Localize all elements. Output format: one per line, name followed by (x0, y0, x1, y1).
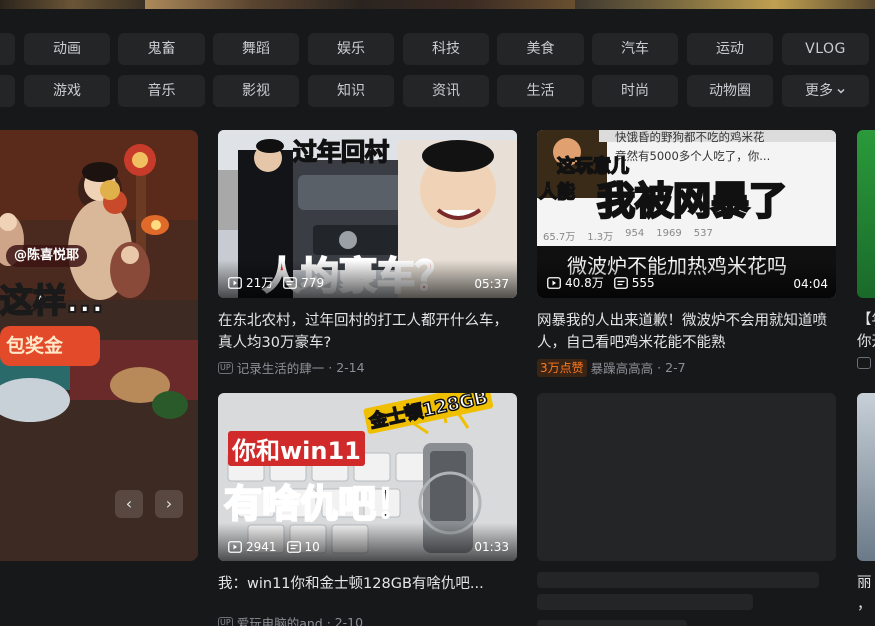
thumbnail-caption-top: 过年回村 (292, 137, 390, 167)
category-chip-fashion[interactable]: 时尚 (592, 75, 678, 107)
thumb-stat-comments: 1969 (656, 228, 682, 239)
thumbnail-comment-line1: 快饿昏的野狗都不吃的鸡米花 (615, 130, 765, 144)
thumbnail-caption-top: 你和win11 (228, 431, 365, 466)
danmaku-count-icon (286, 541, 301, 553)
skeleton-title-line (537, 572, 819, 588)
carousel-next-button[interactable]: › (155, 490, 183, 518)
video-card[interactable]: 过年回村 人均豪车？ 21万 779 05:37 在东北农村，过年回村的打工人都… (218, 130, 517, 377)
upload-date: 2-7 (665, 360, 686, 375)
upload-date: 2-10 (334, 615, 364, 626)
partial-title-line1: 【年 (857, 312, 875, 328)
thumb-stat-views: 65.7万 (543, 232, 576, 243)
uploader-icon: UP (218, 616, 233, 626)
video-duration: 01:33 (474, 540, 509, 554)
category-chip-kichiku[interactable]: 鬼畜 (118, 33, 205, 65)
play-count-icon (228, 276, 242, 289)
category-chip-partial[interactable] (0, 33, 15, 65)
meta-separator: · (657, 360, 662, 375)
view-count: 40.8万 (565, 276, 604, 290)
carousel-title: 这样... (0, 280, 105, 321)
video-stats: 2941 10 (228, 540, 320, 554)
video-title-partial[interactable]: 丽 ， (857, 572, 872, 616)
view-count: 2941 (246, 540, 277, 554)
carousel-prev-button[interactable]: ‹ (115, 490, 143, 518)
thumbnail-stat-row: 65.7万 1.3万 954 1969 537 (543, 228, 836, 243)
uploader-icon: UP (218, 361, 233, 374)
video-meta: 3万点赞 暴躁高高高 · 2-7 (537, 358, 836, 377)
video-stats: 21万 779 (228, 274, 324, 291)
banner-bottom-edge (0, 0, 875, 9)
category-chip-animation[interactable]: 动画 (24, 33, 110, 65)
video-meta: UP 记录生活的肆一 · 2-14 (218, 358, 517, 377)
danmaku-count-icon (613, 276, 628, 289)
thumbnail-comment-line2: 竟然有5000多个人吃了，你... (615, 149, 771, 163)
partial-title-line2: 你开 (857, 334, 875, 350)
category-chip-vlog[interactable]: VLOG (782, 33, 869, 65)
thumbnail-caption-main: 有啥仇吧！ (223, 481, 415, 527)
category-chip-news[interactable]: 资讯 (403, 75, 489, 107)
thumb-stat-shares: 537 (693, 228, 713, 239)
partial-title-line1: 丽 (857, 575, 872, 591)
video-title[interactable]: 网暴我的人出来道歉！微波炉不会用就知道喷人，自己看吧鸡米花能不能熟 (537, 310, 827, 354)
thumbnail-caption-main: 我被网暴了 (596, 178, 789, 225)
danmaku-count: 779 (301, 275, 325, 290)
more-label: 更多 (805, 83, 833, 99)
video-thumbnail-partial[interactable] (857, 393, 875, 561)
chevron-down-icon (837, 88, 845, 94)
danmaku-count: 10 (304, 540, 320, 554)
thumb-stat-likes: 1.3万 (587, 232, 614, 243)
video-card[interactable]: 金士顿128GB 你和win11 有啥仇吧！ 2941 10 01:33 我：w… (218, 393, 517, 626)
meta-separator: · (326, 615, 331, 626)
skeleton-title-line (537, 594, 753, 610)
video-meta: UP 爱玩电脑的and · 2-10 (218, 613, 517, 626)
uploader-name[interactable]: 爱玩电脑的and (237, 613, 323, 626)
category-chip-entertainment[interactable]: 娱乐 (308, 33, 394, 65)
video-title[interactable]: 在东北农村，过年回村的打工人都开什么车，真人均30万豪车? (218, 310, 508, 354)
category-chip-music[interactable]: 音乐 (118, 75, 205, 107)
category-chip-life[interactable]: 生活 (497, 75, 584, 107)
play-count-icon (547, 276, 561, 289)
view-count: 21万 (246, 276, 274, 290)
video-card[interactable]: 快饿昏的野狗都不吃的鸡米花 竟然有5000多个人吃了，你... 这玩意儿 人能 … (537, 130, 836, 377)
video-thumbnail[interactable]: 金士顿128GB 你和win11 有啥仇吧！ 2941 10 01:33 (218, 393, 517, 561)
category-chip-more[interactable]: 更多 (782, 75, 869, 107)
partial-title-line2: ， (857, 597, 872, 613)
danmaku-count: 555 (631, 275, 655, 290)
category-chip-sports[interactable]: 运动 (687, 33, 773, 65)
page-root: 动画 鬼畜 舞蹈 娱乐 科技 美食 汽车 运动 VLOG 游戏 音乐 影视 知识… (0, 0, 875, 626)
video-title[interactable]: 我：win11你和金士顿128GB有啥仇吧... (218, 573, 508, 595)
category-chip-food[interactable]: 美食 (497, 33, 584, 65)
uploader-name[interactable]: 记录生活的肆一 (237, 358, 325, 377)
meta-separator: · (328, 360, 333, 375)
category-chip-animals[interactable]: 动物圈 (687, 75, 773, 107)
upload-date: 2-14 (336, 360, 365, 375)
category-chip-car[interactable]: 汽车 (592, 33, 678, 65)
video-thumbnail-partial[interactable] (857, 130, 875, 298)
category-chip-film[interactable]: 影视 (213, 75, 299, 107)
video-title-partial[interactable]: 【年 你开 (857, 309, 875, 353)
video-thumbnail[interactable]: 快饿昏的野狗都不吃的鸡米花 竟然有5000多个人吃了，你... 这玩意儿 人能 … (537, 130, 836, 298)
category-chip-game[interactable]: 游戏 (24, 75, 110, 107)
category-chip-partial-2[interactable] (0, 75, 15, 107)
category-chip-dance[interactable]: 舞蹈 (213, 33, 299, 65)
like-badge: 3万点赞 (537, 358, 587, 377)
category-chip-knowledge[interactable]: 知识 (308, 75, 394, 107)
video-stats: 40.8万 555 (547, 274, 655, 291)
skeleton-thumbnail (537, 393, 836, 561)
danmaku-count-icon (283, 276, 298, 289)
skeleton-meta-line (537, 620, 687, 626)
video-duration: 05:37 (474, 277, 509, 291)
play-count-icon (228, 541, 242, 553)
video-duration: 04:04 (793, 277, 828, 291)
uploader-icon-partial (857, 357, 871, 369)
thumb-stat-coins: 954 (625, 228, 645, 239)
video-thumbnail[interactable]: 过年回村 人均豪车？ 21万 779 05:37 (218, 130, 517, 298)
uploader-name[interactable]: 暴躁高高高 (591, 358, 654, 377)
carousel-handle-tag: @陈喜悦耶 (6, 245, 88, 267)
carousel-prize-tag: 包奖金 (0, 326, 100, 366)
thumbnail-caption-left: 人能 (538, 181, 576, 204)
category-chip-tech[interactable]: 科技 (403, 33, 489, 65)
